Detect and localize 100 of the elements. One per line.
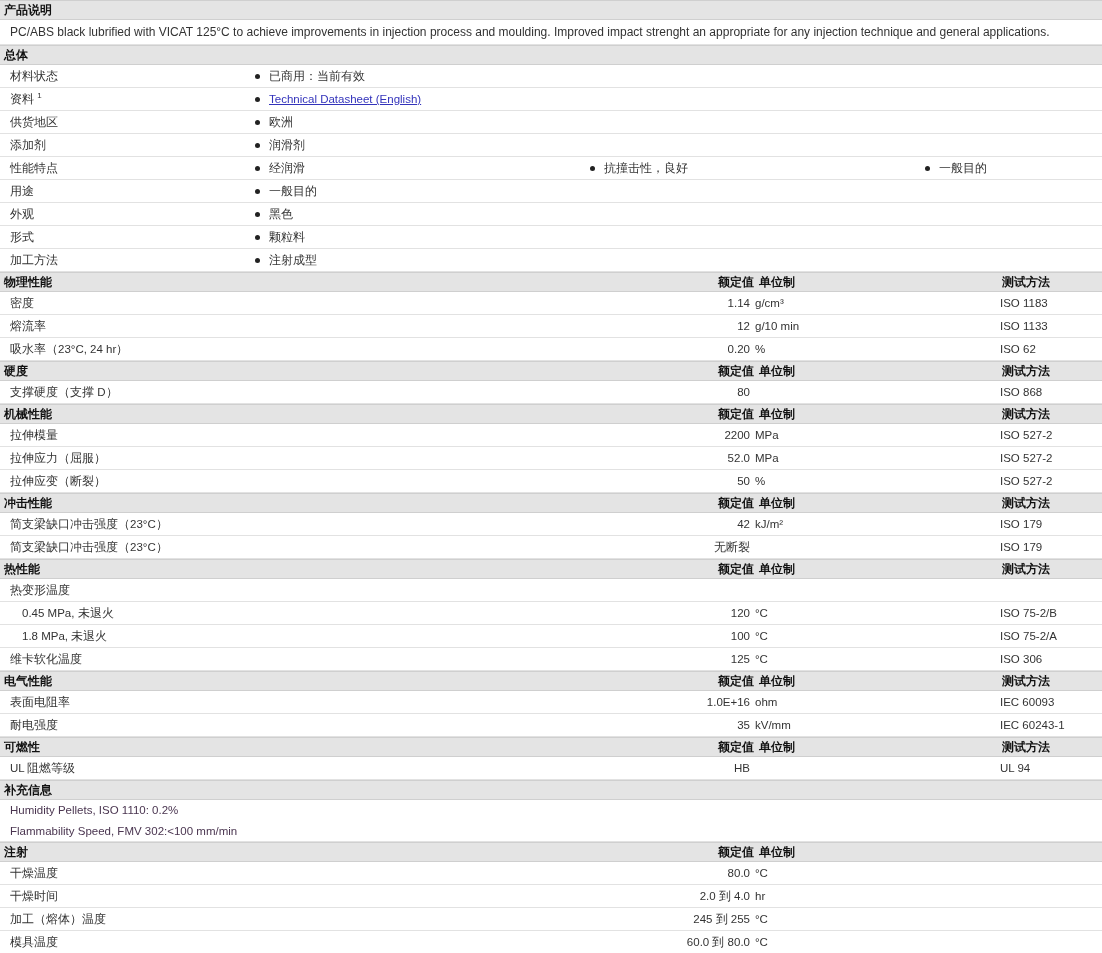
property-name: 简支梁缺口冲击强度（23°C）	[10, 539, 169, 555]
nominal-value: 52.0	[727, 452, 750, 464]
column-header: 测试方法	[1002, 672, 1051, 690]
nominal-value: 80	[737, 386, 750, 398]
section-title: 补充信息	[4, 781, 52, 799]
unit: g/10 min	[754, 320, 801, 332]
column-header: 单位制	[758, 843, 796, 861]
property-label: 用途	[10, 183, 35, 199]
test-method: UL 94	[1000, 762, 1032, 774]
property-name: 1.8 MPa, 未退火	[21, 628, 109, 644]
unit: kV/mm	[754, 719, 792, 731]
column-header: 单位制	[758, 672, 796, 690]
property-name: 熔流率	[10, 318, 47, 334]
section-title: 电气性能	[4, 672, 53, 690]
property-value: 欧洲	[269, 114, 293, 130]
test-method: ISO 527-2	[1000, 475, 1054, 487]
property-name: 热变形温度	[10, 582, 71, 598]
nominal-value: 80.0	[727, 867, 750, 879]
property-name: UL 阻燃等级	[10, 760, 77, 776]
column-header: 测试方法	[1002, 405, 1051, 423]
property-name: 加工（熔体）温度	[10, 911, 107, 927]
bullet-icon	[590, 165, 595, 171]
property-name: 维卡软化温度	[10, 651, 83, 667]
column-header: 测试方法	[1002, 362, 1051, 380]
nominal-value: 50	[737, 475, 750, 487]
test-method: ISO 75-2/A	[1000, 630, 1058, 642]
test-method: ISO 527-2	[1000, 452, 1054, 464]
bullet-icon	[255, 73, 260, 79]
column-header: 单位制	[758, 738, 796, 756]
section-title: 产品说明	[4, 1, 52, 19]
property-name: 表面电阻率	[10, 694, 71, 710]
nominal-value: 2200	[724, 429, 750, 441]
property-name: 吸水率（23°C, 24 hr）	[10, 341, 130, 357]
property-name: 密度	[10, 295, 35, 311]
column-header: 测试方法	[1002, 494, 1051, 512]
property-label: 外观	[10, 206, 35, 222]
bullet-icon	[255, 142, 260, 148]
column-header: 测试方法	[1002, 273, 1051, 291]
unit: °C	[754, 653, 769, 665]
property-label: 性能特点	[10, 160, 59, 176]
property-value: 已商用：当前有效	[269, 68, 365, 84]
test-method: ISO 179	[1000, 518, 1044, 530]
column-header: 单位制	[758, 560, 796, 578]
column-header: 测试方法	[1002, 738, 1051, 756]
unit: g/cm³	[754, 297, 785, 309]
property-label: 加工方法	[10, 252, 59, 268]
property-value: 注射成型	[269, 252, 317, 268]
column-header: 额定值	[718, 738, 754, 756]
bullet-icon	[255, 234, 260, 240]
note-text: Humidity Pellets, ISO 1110: 0.2%	[10, 804, 179, 817]
property-name: 拉伸应力（屈服）	[10, 450, 107, 466]
nominal-value: 60.0 到 80.0	[686, 934, 750, 950]
nominal-value: 100	[730, 630, 750, 642]
bullet-icon	[925, 165, 930, 171]
property-name: 耐电强度	[10, 717, 59, 733]
test-method: ISO 527-2	[1000, 429, 1054, 441]
bullet-icon	[255, 211, 260, 217]
property-name: 拉伸应变（断裂）	[10, 473, 107, 489]
unit: %	[754, 343, 767, 355]
unit: %	[754, 475, 767, 487]
unit: MPa	[754, 452, 780, 464]
section-title: 总体	[4, 46, 28, 64]
section-title: 机械性能	[4, 405, 53, 423]
nominal-value: 125	[730, 653, 750, 665]
test-method: ISO 868	[1000, 386, 1044, 398]
column-header: 额定值	[718, 494, 754, 512]
property-name: 0.45 MPa, 未退火	[21, 605, 115, 621]
note-text: Flammability Speed, FMV 302:<100 mm/min	[10, 824, 238, 837]
column-header: 额定值	[718, 273, 754, 291]
nominal-value: 1.0E+16	[706, 696, 750, 708]
nominal-value: 12	[737, 320, 750, 332]
section-title: 冲击性能	[4, 494, 53, 512]
nominal-value: 2.0 到 4.0	[699, 888, 750, 904]
section-title: 硬度	[4, 362, 29, 380]
unit: kJ/m²	[754, 518, 785, 530]
column-header: 单位制	[758, 405, 796, 423]
unit: °C	[754, 630, 769, 642]
column-header: 额定值	[718, 362, 754, 380]
property-name: 拉伸模量	[10, 427, 59, 443]
datasheet-link[interactable]: Technical Datasheet (English)	[269, 93, 422, 105]
unit: °C	[754, 913, 769, 925]
property-value: 抗撞击性，良好	[604, 160, 688, 176]
test-method: ISO 62	[1000, 343, 1037, 355]
bullet-icon	[255, 119, 260, 125]
unit: ohm	[754, 696, 779, 708]
bullet-icon	[255, 188, 260, 194]
property-value: 黑色	[269, 206, 293, 222]
section-title: 热性能	[4, 560, 41, 578]
column-header: 额定值	[718, 843, 754, 861]
unit: °C	[754, 607, 769, 619]
column-header: 额定值	[718, 672, 754, 690]
test-method: IEC 60093	[1000, 696, 1056, 708]
property-value: 颗粒料	[269, 229, 305, 245]
property-label: 添加剂	[10, 137, 47, 153]
nominal-value: 42	[737, 518, 750, 530]
test-method: IEC 60243-1	[1000, 719, 1066, 731]
unit: °C	[754, 867, 769, 879]
test-method: ISO 1183	[1000, 297, 1049, 309]
unit: MPa	[754, 429, 780, 441]
bullet-icon	[255, 257, 260, 263]
